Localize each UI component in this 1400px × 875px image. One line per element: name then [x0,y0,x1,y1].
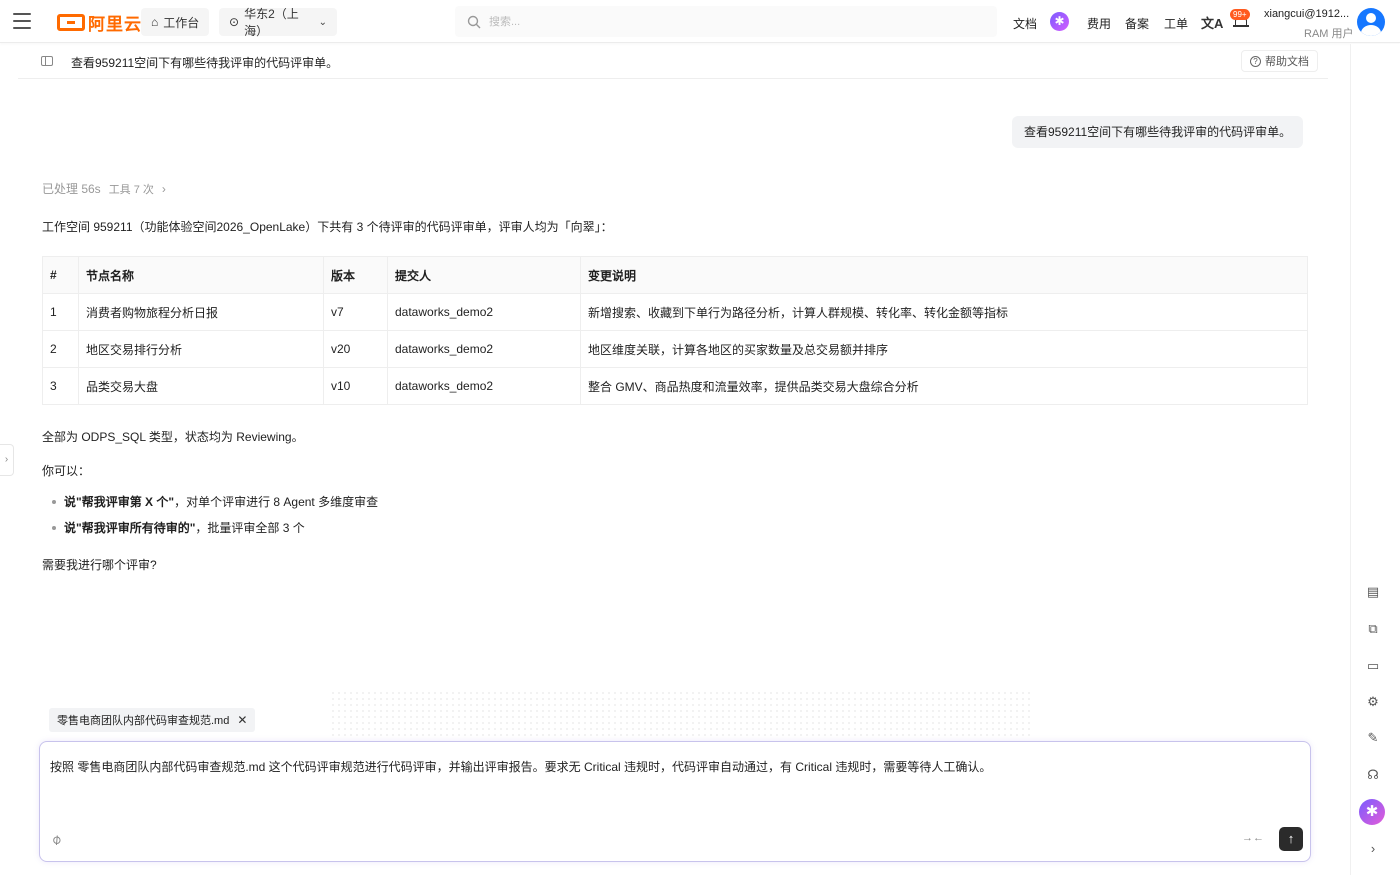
home-icon: ⌂ [151,15,159,29]
decorative-dot-pattern [330,690,1030,740]
user-role: RAM 用户 [1304,28,1354,40]
chevron-right-icon[interactable]: › [1365,841,1381,857]
workbench-label: 工作台 [163,15,200,30]
col-header-submitter: 提交人 [387,256,581,294]
cell-change-description: 新增搜索、收藏到下单行为路径分析，计算人群规模、转化率、转化金额等指标 [580,293,1308,331]
document-icon[interactable]: ▤ [1365,584,1381,600]
aliyun-logo[interactable]: 阿里云 [57,12,142,34]
conversation-title: 查看959211空间下有哪些待我评审的代码评审单。 [71,56,339,70]
follow-up-question: 需要我进行哪个评审? [42,558,157,572]
message-composer[interactable]: 按照 零售电商团队内部代码审查规范.md 这个代码评审规范进行代码评审，并输出评… [39,741,1311,862]
code-icon[interactable]: ⧉ [1365,621,1381,637]
location-pin-icon: ⊙ [229,15,240,29]
cell-version: v10 [323,367,388,405]
tickets-link[interactable]: 工单 [1164,15,1188,32]
assistant-summary: 工作空间 959211（功能体验空间2026_OpenLake）下共有 3 个待… [42,220,613,234]
code-review-table: # 节点名称 版本 提交人 变更说明 1 消费者购物旅程分析日报 v7 data… [42,256,1308,405]
bullet-dot [52,526,56,530]
type-status-text: 全部为 ODPS_SQL 类型，状态均为 Reviewing。 [42,430,304,444]
col-header-change-description: 变更说明 [580,256,1308,294]
cell-index: 2 [42,330,79,368]
user-name[interactable]: xiangcui@1912... [1264,8,1349,20]
headset-icon[interactable]: ☊ [1365,767,1381,783]
list-item: 说"帮我评审第 X 个"，对单个评审进行 8 Agent 多维度审查 [52,495,378,521]
ai-assistant-icon[interactable]: ✱ [1050,12,1069,31]
collapse-icon[interactable]: →← [1242,832,1264,844]
tool-call-count: 工具 7 次 [108,183,154,196]
help-docs-label: 帮助文档 [1265,56,1309,68]
hamburger-menu-icon[interactable] [13,13,31,29]
cell-index: 3 [42,367,79,405]
billing-link[interactable]: 费用 [1087,15,1111,32]
cell-node-name: 消费者购物旅程分析日报 [78,293,324,331]
attachment-chip[interactable]: 零售电商团队内部代码审查规范.md ✕ [49,708,256,732]
table-header-row: # 节点名称 版本 提交人 变更说明 [42,256,1308,294]
region-selector[interactable]: ⊙ 华东2（上海） ⌄ [219,7,337,38]
aliyun-logo-mark [57,13,85,31]
cell-version: v7 [323,293,388,331]
table-row: 1 消费者购物旅程分析日报 v7 dataworks_demo2 新增搜索、收藏… [42,293,1308,331]
expand-left-panel-button[interactable]: › [0,444,14,476]
translate-icon[interactable]: 文A [1201,13,1223,32]
right-tool-rail: ▤ ⧉ ▭ ⚙ ✎ ☊ ✱ › [1350,44,1400,875]
table-row: 3 品类交易大盘 v10 dataworks_demo2 整合 GMV、商品热度… [42,367,1308,405]
chevron-right-icon: › [161,181,166,196]
top-navigation-bar: 阿里云 ⌂ 工作台 ⊙ 华东2（上海） ⌄ 文档 ✱ 费用 备案 工单 文A 9… [0,0,1400,43]
send-button[interactable]: ↑ [1279,827,1303,851]
aliyun-logo-text: 阿里云 [88,14,142,34]
gear-icon[interactable]: ⚙ [1365,694,1381,710]
workbench-button[interactable]: ⌂ 工作台 [141,8,210,36]
notification-count-badge: 99+ [1230,9,1250,20]
chevron-down-icon: ⌄ [318,16,327,28]
search-input[interactable] [489,15,969,28]
close-icon[interactable]: ✕ [237,713,247,727]
suggestion-command: 说"帮我评审所有待审的" [64,521,196,535]
help-docs-button[interactable]: ? 帮助文档 [1241,50,1318,72]
conversation-header: 查看959211空间下有哪些待我评审的代码评审单。 ? 帮助文档 [18,44,1328,79]
cell-node-name: 地区交易排行分析 [78,330,324,368]
edit-icon[interactable]: ✎ [1365,730,1381,746]
user-message-bubble: 查看959211空间下有哪些待我评审的代码评审单。 [1012,116,1304,148]
sidebar-toggle-icon[interactable] [41,56,53,66]
global-search[interactable] [455,6,997,37]
cell-change-description: 地区维度关联，计算各地区的买家数量及总交易额并排序 [580,330,1308,368]
cell-submitter: dataworks_demo2 [387,293,581,331]
cell-node-name: 品类交易大盘 [78,367,324,405]
processing-summary-toggle[interactable]: 已处理 56s 工具 7 次 › [42,180,166,197]
cell-submitter: dataworks_demo2 [387,367,581,405]
you-can-text: 你可以： [42,464,91,478]
suggestion-description: ，批量评审全部 3 个 [195,521,305,535]
search-icon [467,15,481,28]
col-header-node-name: 节点名称 [78,256,324,294]
list-item: 说"帮我评审所有待审的"，批量评审全部 3 个 [52,521,378,547]
region-label: 华东2（上海） [244,7,299,38]
question-circle-icon: ? [1250,55,1261,67]
message-input[interactable]: 按照 零售电商团队内部代码审查规范.md 这个代码评审规范进行代码评审，并输出评… [50,758,991,775]
bullet-dot [52,500,56,504]
suggestion-description: ，对单个评审进行 8 Agent 多维度审查 [174,495,379,509]
col-header-version: 版本 [323,256,388,294]
cell-version: v20 [323,330,388,368]
suggestion-list: 说"帮我评审第 X 个"，对单个评审进行 8 Agent 多维度审查 说"帮我评… [52,495,378,547]
ai-assistant-rail-icon[interactable]: ✱ [1359,799,1385,825]
cell-index: 1 [42,293,79,331]
cell-submitter: dataworks_demo2 [387,330,581,368]
terminal-icon[interactable]: ▭ [1365,658,1381,674]
icp-filing-link[interactable]: 备案 [1125,15,1149,32]
processing-time: 已处理 56s [42,182,101,196]
docs-link[interactable]: 文档 [1013,15,1037,32]
paperclip-icon[interactable]: ⌀ [48,830,65,848]
col-header-index: # [42,256,79,294]
table-row: 2 地区交易排行分析 v20 dataworks_demo2 地区维度关联，计算… [42,330,1308,368]
avatar[interactable] [1357,8,1385,36]
cell-change-description: 整合 GMV、商品热度和流量效率，提供品类交易大盘综合分析 [580,367,1308,405]
attachment-filename: 零售电商团队内部代码审查规范.md [57,715,230,727]
suggestion-command: 说"帮我评审第 X 个" [64,495,175,509]
